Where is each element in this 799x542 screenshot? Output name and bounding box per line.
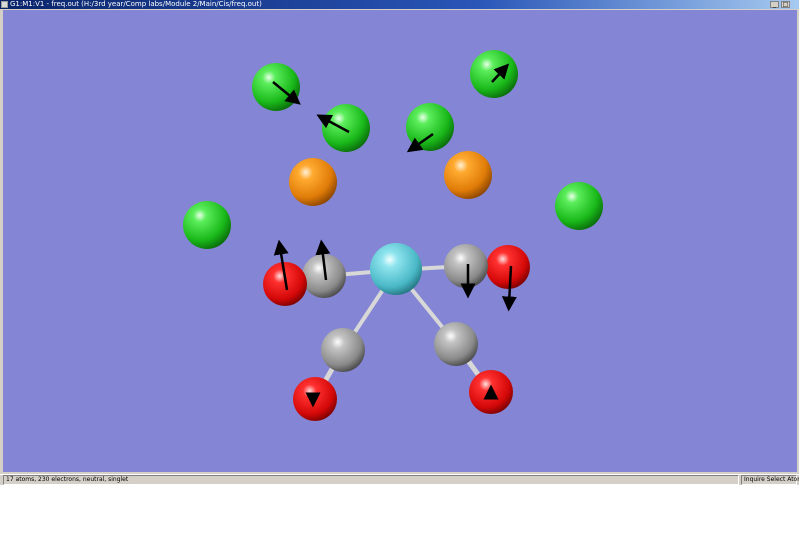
- molecule-info-status: 17 atoms, 230 electrons, neutral, single…: [3, 475, 739, 485]
- maximize-icon: □: [782, 1, 789, 8]
- atom-cl-6[interactable]: [555, 182, 603, 230]
- status-bar: 17 atoms, 230 electrons, neutral, single…: [0, 474, 799, 485]
- minimize-button[interactable]: _: [770, 1, 779, 8]
- atom-k-1[interactable]: [289, 158, 337, 206]
- minimize-icon: _: [773, 1, 776, 8]
- atom-c-3[interactable]: [321, 328, 365, 372]
- window-title: G1:M1:V1 - freq.out (H:/3rd year/Comp la…: [10, 0, 262, 8]
- molecule-viewport[interactable]: [3, 10, 797, 472]
- title-bar[interactable]: G1:M1:V1 - freq.out (H:/3rd year/Comp la…: [0, 0, 799, 9]
- mouse-mode-status[interactable]: Inquire Select Atom 1: [741, 475, 799, 485]
- atom-c-2[interactable]: [444, 244, 488, 288]
- molecule-canvas[interactable]: [3, 10, 797, 472]
- atom-c-4[interactable]: [434, 322, 478, 366]
- atom-cl-5[interactable]: [183, 201, 231, 249]
- maximize-button[interactable]: □: [781, 1, 790, 8]
- atom-o-3[interactable]: [293, 377, 337, 421]
- atom-cl-1[interactable]: [252, 63, 300, 111]
- atom-o-2[interactable]: [486, 245, 530, 289]
- atom-cl-4[interactable]: [406, 103, 454, 151]
- atom-cl-3[interactable]: [322, 104, 370, 152]
- atom-cl-2[interactable]: [470, 50, 518, 98]
- atom-k-2[interactable]: [444, 151, 492, 199]
- app-icon[interactable]: [1, 1, 8, 8]
- atom-metal[interactable]: [370, 243, 422, 295]
